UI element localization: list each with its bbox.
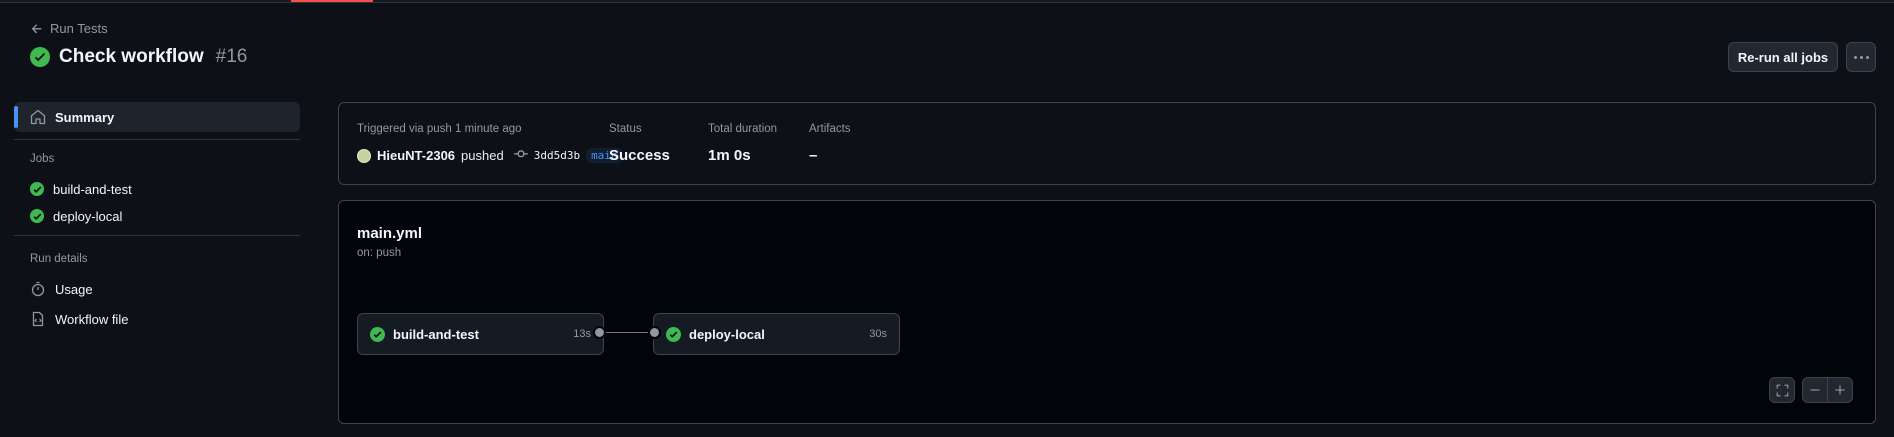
- success-check-icon: [666, 326, 681, 342]
- job-name: deploy-local: [689, 326, 765, 342]
- duration-label: Total duration: [708, 123, 778, 135]
- page-title: Check workflow: [59, 46, 204, 67]
- sidebar-item-label: deploy-local: [53, 208, 123, 224]
- fullscreen-button[interactable]: [1769, 377, 1795, 403]
- sidebar-item-deploy-local[interactable]: deploy-local: [14, 201, 300, 231]
- user-link[interactable]: HieuNT-2306: [377, 148, 455, 163]
- top-progress-bar: [0, 0, 1894, 3]
- artifacts-label: Artifacts: [809, 123, 851, 135]
- connector-dot: [593, 326, 606, 339]
- trigger-details: HieuNT-2306 pushed 3dd5d3b main: [357, 147, 623, 164]
- job-connector: [598, 332, 652, 333]
- success-check-icon: [370, 326, 385, 342]
- back-link[interactable]: Run Tests: [30, 21, 108, 36]
- sidebar-item-summary[interactable]: Summary: [14, 102, 300, 132]
- sidebar-item-label: Usage: [55, 281, 93, 297]
- status-label: Status: [609, 123, 642, 135]
- active-tab-indicator: [291, 0, 373, 2]
- sidebar-item-workflow-file[interactable]: Workflow file: [14, 304, 300, 334]
- arrow-left-icon: [31, 23, 42, 33]
- sidebar-item-label: build-and-test: [53, 181, 132, 197]
- trigger-label: Triggered via push 1 minute ago: [357, 123, 522, 135]
- status-value: Success: [609, 147, 670, 164]
- workflow-file-name: main.yml: [357, 225, 423, 242]
- workflow-graph-card: main.yml on: push build-and-test 13s dep…: [338, 200, 1876, 424]
- artifacts-value: –: [809, 147, 818, 164]
- back-link-label: Run Tests: [50, 21, 108, 36]
- sidebar-item-label: Workflow file: [55, 311, 129, 327]
- sidebar-heading-jobs: Jobs: [30, 153, 55, 165]
- connector-dot: [648, 326, 661, 339]
- job-node-build-and-test[interactable]: build-and-test 13s: [357, 313, 604, 355]
- kebab-icon: [1853, 55, 1857, 59]
- sidebar-item-usage[interactable]: Usage: [14, 274, 300, 304]
- job-node-deploy-local[interactable]: deploy-local 30s: [653, 313, 900, 355]
- duration-value: 1m 0s: [708, 147, 751, 164]
- success-check-icon: [30, 182, 44, 196]
- stopwatch-icon: [31, 281, 45, 297]
- commit-sha-link[interactable]: 3dd5d3b: [534, 149, 580, 162]
- fullscreen-icon: [1776, 384, 1788, 396]
- job-duration: 13s: [573, 328, 591, 340]
- more-options-button[interactable]: [1846, 42, 1876, 72]
- git-commit-icon: [513, 147, 528, 164]
- file-code-icon: [32, 311, 44, 327]
- zoom-in-button[interactable]: [1827, 377, 1853, 403]
- zoom-out-button[interactable]: [1802, 377, 1828, 403]
- page-title-row: Check workflow #16: [30, 46, 247, 68]
- minus-icon: [1810, 389, 1820, 391]
- sidebar-item-build-and-test[interactable]: build-and-test: [14, 174, 300, 204]
- trigger-action: pushed: [461, 148, 504, 163]
- job-duration: 30s: [869, 328, 887, 340]
- plus-icon: [1835, 385, 1845, 395]
- success-check-icon: [30, 209, 44, 223]
- run-summary-card: Triggered via push 1 minute ago HieuNT-2…: [338, 102, 1876, 185]
- sidebar-item-label: Summary: [55, 109, 115, 125]
- sidebar-heading-run-details: Run details: [30, 253, 88, 265]
- avatar[interactable]: [357, 148, 371, 163]
- job-name: build-and-test: [393, 326, 479, 342]
- sidebar: Summary Jobs build-and-test deploy-local…: [14, 102, 300, 334]
- run-number: #16: [215, 46, 248, 67]
- divider: [14, 235, 300, 236]
- home-icon: [30, 109, 46, 125]
- rerun-all-jobs-button[interactable]: Re-run all jobs: [1728, 42, 1838, 72]
- divider: [14, 139, 300, 140]
- success-check-icon: [30, 47, 50, 67]
- workflow-trigger: on: push: [357, 247, 402, 259]
